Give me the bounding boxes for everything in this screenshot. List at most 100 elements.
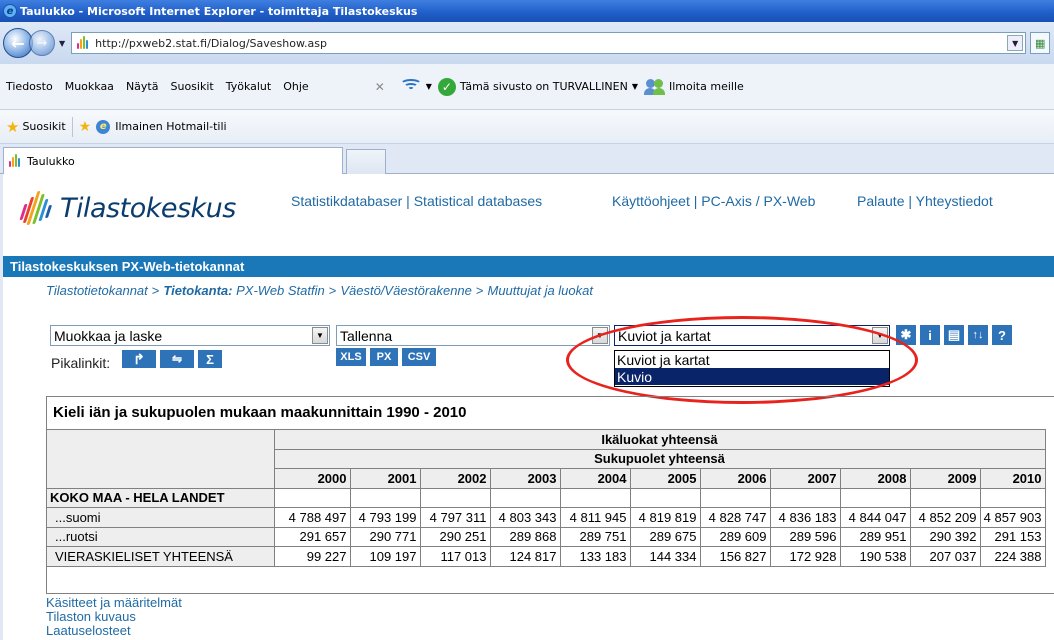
table-cell: 4 793 199 xyxy=(349,507,421,528)
table-cell: 4 857 903 xyxy=(979,507,1046,528)
wifi-icon[interactable] xyxy=(399,78,423,96)
tab-taulukko[interactable]: Taulukko xyxy=(3,147,343,174)
crumb-vaesto[interactable]: Väestö/Väestörakenne xyxy=(340,283,472,298)
link-palaute[interactable]: Palaute xyxy=(857,193,904,209)
crumb-tietokanta-label: Tietokanta: xyxy=(163,283,233,298)
print-icon[interactable]: ▤ xyxy=(944,325,964,345)
menu-edit[interactable]: Muokkaa xyxy=(65,80,114,93)
year-cell: 2004 xyxy=(559,468,631,489)
table-stub xyxy=(47,429,275,489)
table-cell: 291 657 xyxy=(273,526,351,547)
rotate-icon[interactable]: ⇋ xyxy=(160,350,194,368)
menu-favorites[interactable]: Suosikit xyxy=(170,80,213,93)
year-cell: 2002 xyxy=(419,468,491,489)
new-tab-button[interactable] xyxy=(346,149,386,174)
sum-icon[interactable]: Σ xyxy=(198,350,222,368)
close-toolbar-icon[interactable]: ✕ xyxy=(375,80,385,94)
footer-links: Käsitteet ja määritelmät Tilaston kuvaus… xyxy=(46,596,182,638)
wifi-dropdown-icon[interactable]: ▼ xyxy=(426,82,432,91)
table-row: VIERASKIELISET YHTEENSÄ 99 227 109 197 1… xyxy=(47,546,1046,567)
row-label: ...ruotsi xyxy=(47,526,275,547)
address-url: http://pxweb2.stat.fi/Dialog/Saveshow.as… xyxy=(95,36,327,50)
px-button[interactable]: PX xyxy=(370,348,398,366)
link-statistikdatabaser[interactable]: Statistikdatabaser xyxy=(291,193,402,209)
table-cell: 156 827 xyxy=(699,546,771,567)
row-label: VIERASKIELISET YHTEENSÄ xyxy=(47,546,275,567)
window-left-edge xyxy=(0,174,3,640)
table-cell: 4 844 047 xyxy=(839,507,911,528)
banner: Tilastokeskuksen PX-Web-tietokannat xyxy=(3,256,1054,277)
table-cell: 4 836 183 xyxy=(769,507,841,528)
csv-button[interactable]: CSV xyxy=(402,348,436,366)
crumb-separator: > xyxy=(328,283,337,298)
table-title: Kieli iän ja sukupuolen mukaan maakunnit… xyxy=(53,404,467,421)
tilastokeskus-logo-icon xyxy=(18,188,54,228)
add-favorite-icon[interactable]: ★ xyxy=(79,119,92,135)
report-link[interactable]: Ilmoita meille xyxy=(669,80,744,93)
pivot-icon[interactable]: ↱ xyxy=(122,350,156,368)
hotmail-link[interactable]: Ilmainen Hotmail-tili xyxy=(115,120,226,133)
table-cell: 289 609 xyxy=(699,526,771,547)
table-cell: 289 951 xyxy=(839,526,911,547)
link-statistical-databases[interactable]: Statistical databases xyxy=(414,193,542,209)
sort-icon[interactable]: ↑↓ xyxy=(968,325,988,345)
table-cell: 133 183 xyxy=(559,546,631,567)
crumb-px-web-statfin[interactable]: PX-Web Statfin xyxy=(236,283,325,298)
link-kasitteet[interactable]: Käsitteet ja määritelmät xyxy=(46,596,182,610)
info-icon[interactable]: i xyxy=(920,325,940,345)
table-cell: 224 388 xyxy=(979,546,1046,567)
save-select[interactable]: Tallenna ▼ xyxy=(336,325,610,346)
table-cell: 207 037 xyxy=(909,546,981,567)
table-cell: 109 197 xyxy=(349,546,421,567)
chevron-down-icon[interactable]: ▼ xyxy=(312,327,328,344)
menu-view[interactable]: Näytä xyxy=(126,80,159,93)
link-kayttoohjeet[interactable]: Käyttöohjeet xyxy=(612,193,690,209)
crumb-muuttujat[interactable]: Muuttujat ja luokat xyxy=(487,283,593,298)
menu-file[interactable]: Tiedosto xyxy=(6,80,53,93)
year-cell: 2006 xyxy=(699,468,771,489)
security-status-text[interactable]: Tämä sivusto on TURVALLINEN xyxy=(460,80,628,93)
table-cell: 4 803 343 xyxy=(489,507,561,528)
table-row: ...suomi 4 788 497 4 793 199 4 797 311 4… xyxy=(47,507,1046,528)
address-dropdown-icon[interactable]: ▼ xyxy=(1007,35,1024,51)
site-logo[interactable]: Tilastokeskus xyxy=(18,188,236,228)
address-bar[interactable]: http://pxweb2.stat.fi/Dialog/Saveshow.as… xyxy=(71,32,1027,54)
table-cell: 117 013 xyxy=(419,546,491,567)
security-dropdown-icon[interactable]: ▼ xyxy=(632,82,638,91)
table-cell: 289 868 xyxy=(489,526,561,547)
data-table: Ikäluokat yhteensä Sukupuolet yhteensä 2… xyxy=(47,429,1046,567)
table-cell: 289 596 xyxy=(769,526,841,547)
people-icon xyxy=(644,78,666,95)
favorites-star-icon[interactable]: ★ xyxy=(6,118,19,136)
table-row: ...ruotsi 291 657 290 771 290 251 289 86… xyxy=(47,526,1046,547)
table-cell: 124 817 xyxy=(489,546,561,567)
menu-tools[interactable]: Työkalut xyxy=(226,80,272,93)
table-cell: 289 675 xyxy=(629,526,701,547)
year-cell: 2007 xyxy=(769,468,841,489)
table-cell: 4 797 311 xyxy=(419,507,491,528)
site-favicon-icon xyxy=(76,36,90,50)
menu-help[interactable]: Ohje xyxy=(283,80,308,93)
ie-icon: e xyxy=(3,4,17,18)
table-cell: 144 334 xyxy=(629,546,701,567)
compatibility-icon[interactable]: ▦ xyxy=(1030,32,1051,54)
table-row: KOKO MAA - HELA LANDET xyxy=(47,487,1046,508)
crumb-separator: > xyxy=(151,283,160,298)
edit-select[interactable]: Muokkaa ja laske ▼ xyxy=(50,325,330,346)
link-yhteystiedot[interactable]: Yhteystiedot xyxy=(916,193,993,209)
table-cell: 4 788 497 xyxy=(273,507,351,528)
top-links-help: Käyttöohjeet | PC-Axis / PX-Web xyxy=(612,193,816,209)
edit-select-value: Muokkaa ja laske xyxy=(54,327,163,344)
forward-button[interactable]: → xyxy=(29,30,55,56)
link-tiloston-kuvaus[interactable]: Tilaston kuvaus xyxy=(46,610,182,624)
xls-button[interactable]: XLS xyxy=(336,348,366,366)
history-dropdown-icon[interactable]: ▼ xyxy=(59,39,65,48)
help-icon[interactable]: ? xyxy=(992,325,1012,345)
link-pc-axis[interactable]: PC-Axis / PX-Web xyxy=(701,193,815,209)
year-cell: 2001 xyxy=(349,468,421,489)
top-links-databases: Statistikdatabaser | Statistical databas… xyxy=(291,193,543,209)
crumb-tilastotietokannat[interactable]: Tilastotietokannat xyxy=(46,283,148,298)
table-cell: 289 751 xyxy=(559,526,631,547)
link-laatuselosteet[interactable]: Laatuselosteet xyxy=(46,624,182,638)
favorites-button[interactable]: Suosikit xyxy=(22,120,65,133)
